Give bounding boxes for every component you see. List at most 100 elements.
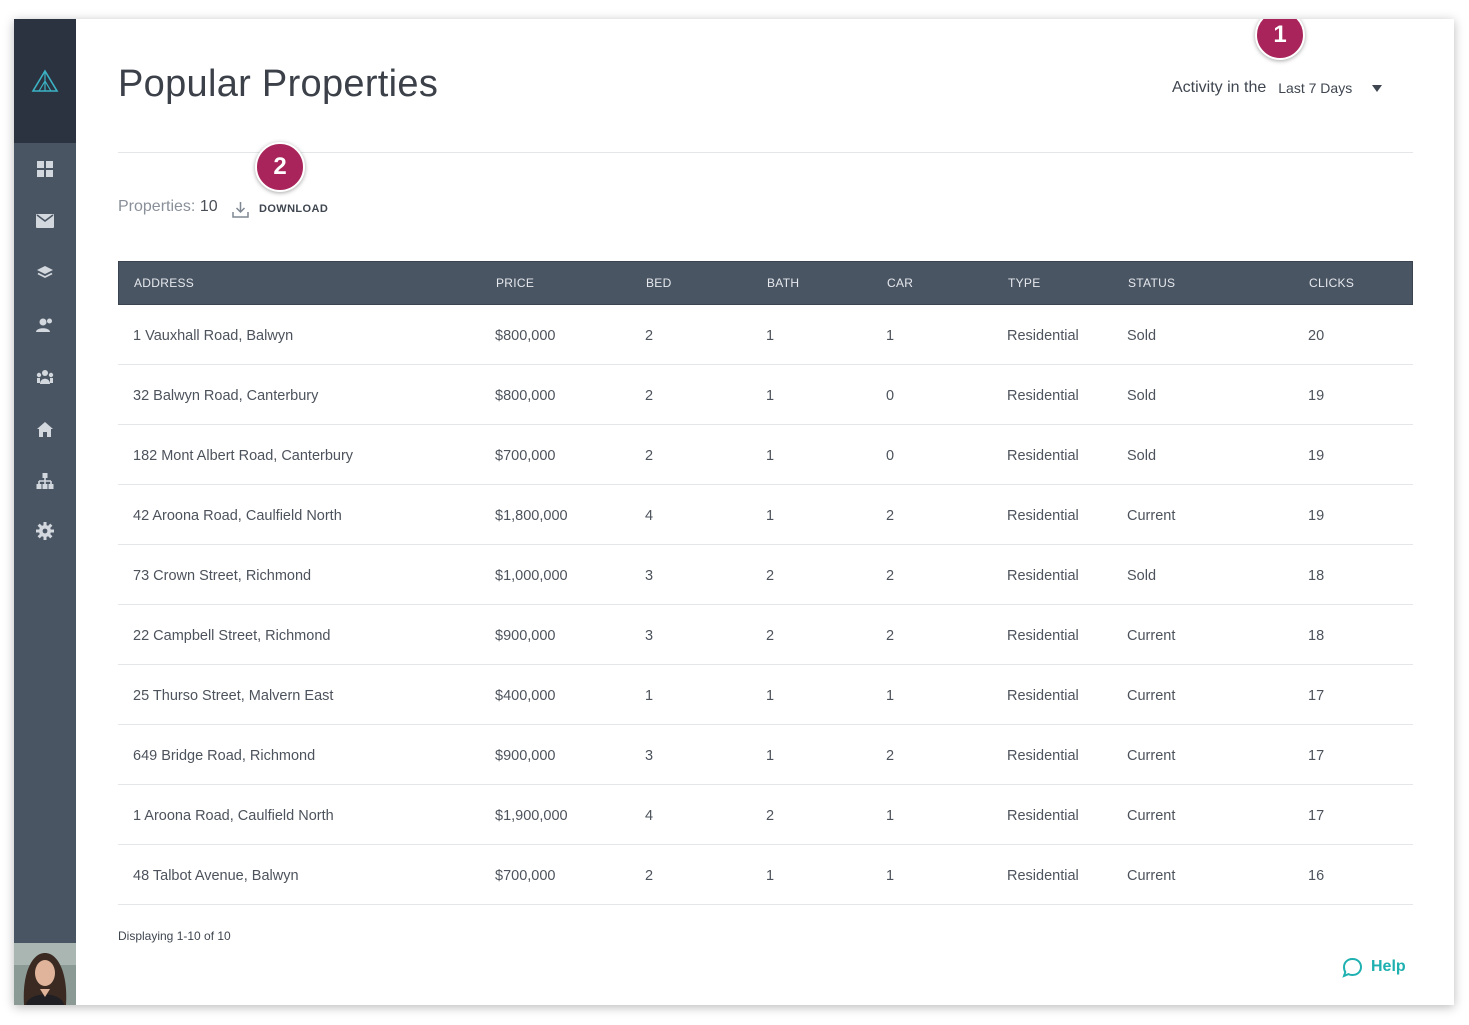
column-header-bath[interactable]: BATH	[767, 262, 799, 304]
download-icon	[232, 201, 249, 218]
column-header-clicks[interactable]: CLICKS	[1309, 262, 1354, 304]
cell-type: Residential	[1007, 328, 1079, 344]
cell-type: Residential	[1007, 448, 1079, 464]
layers-icon	[37, 266, 53, 279]
nav-layers[interactable]	[14, 253, 76, 293]
hierarchy-icon	[36, 472, 54, 489]
table-row[interactable]: 48 Talbot Avenue, Balwyn $700,000 2 1 1 Resid…	[118, 845, 1413, 905]
cell-price: $900,000	[495, 748, 556, 764]
cell-bath: 2	[766, 628, 775, 644]
avatar-image	[14, 943, 76, 1005]
nav-mail[interactable]	[14, 201, 76, 241]
table-row[interactable]: 32 Balwyn Road, Canterbury $800,000 2 1 0 Res…	[118, 365, 1413, 425]
table-header: ADDRESS PRICE BED BATH CAR TYPE STATUS C…	[118, 261, 1413, 305]
cell-status: Sold	[1127, 568, 1157, 584]
cell-type: Residential	[1007, 808, 1079, 824]
cell-type: Residential	[1007, 388, 1079, 404]
table-row[interactable]: 25 Thurso Street, Malvern East $400,000 1 1…	[118, 665, 1413, 725]
cell-bed: 3	[645, 628, 654, 644]
nav-home[interactable]	[14, 409, 76, 449]
cell-bed: 2	[645, 868, 654, 884]
column-header-car[interactable]: CAR	[887, 262, 913, 304]
download-button[interactable]: DOWNLOAD	[232, 199, 328, 219]
cell-car: 2	[886, 628, 895, 644]
logo-icon	[31, 69, 59, 92]
nav-hierarchy[interactable]	[14, 461, 76, 501]
cell-clicks: 20	[1308, 328, 1325, 344]
column-header-address[interactable]: ADDRESS	[134, 262, 194, 304]
cell-bed: 4	[645, 508, 654, 524]
mail-icon	[36, 214, 54, 228]
cell-bed: 2	[645, 388, 654, 404]
cell-bath: 1	[766, 688, 775, 704]
properties-table: ADDRESS PRICE BED BATH CAR TYPE STATUS C…	[118, 261, 1413, 905]
chevron-down-icon	[1372, 84, 1383, 92]
callout-badge-2: 2	[255, 142, 305, 192]
table-row[interactable]: 182 Mont Albert Road, Canterbury $700,000…	[118, 425, 1413, 485]
contacts-icon	[36, 318, 52, 332]
help-label: Help	[1371, 958, 1406, 975]
cell-price: $700,000	[495, 868, 556, 884]
dashboard-icon	[37, 161, 53, 177]
cell-bed: 3	[645, 748, 654, 764]
column-header-price[interactable]: PRICE	[496, 262, 534, 304]
cell-address: 1 Aroona Road, Caulfield North	[133, 808, 334, 824]
pagination-info: Displaying 1-10 of 10	[118, 929, 231, 943]
nav-dashboard[interactable]	[14, 149, 76, 189]
user-avatar[interactable]	[14, 943, 76, 1005]
cell-clicks: 17	[1308, 688, 1325, 704]
nav-contacts[interactable]	[14, 305, 76, 345]
cell-price: $1,800,000	[495, 508, 568, 524]
cell-bed: 1	[645, 688, 654, 704]
cell-price: $800,000	[495, 388, 556, 404]
period-dropdown[interactable]: Last 7 Days	[1278, 80, 1383, 96]
cell-clicks: 17	[1308, 748, 1325, 764]
cell-car: 1	[886, 868, 895, 884]
nav-team[interactable]	[14, 357, 76, 397]
activity-label: Activity in the	[1172, 79, 1267, 96]
cell-address: 182 Mont Albert Road, Canterbury	[133, 448, 354, 464]
cell-clicks: 16	[1308, 868, 1325, 884]
cell-car: 2	[886, 508, 895, 524]
cell-bath: 2	[766, 808, 775, 824]
cell-clicks: 18	[1308, 568, 1325, 584]
main-content: Popular Properties Activity in the Last …	[76, 19, 1454, 1005]
table-row[interactable]: 1 Vauxhall Road, Balwyn $800,000 2 1 1 Reside…	[118, 305, 1413, 365]
cell-clicks: 19	[1308, 448, 1325, 464]
cell-status: Current	[1127, 808, 1176, 824]
cell-type: Residential	[1007, 628, 1079, 644]
cell-price: $1,900,000	[495, 808, 568, 824]
cell-status: Current	[1127, 868, 1176, 884]
cell-bed: 2	[645, 448, 654, 464]
cell-bath: 1	[766, 388, 775, 404]
column-header-type[interactable]: TYPE	[1008, 262, 1041, 304]
activity-filter: Activity in the Last 7 Days	[1172, 76, 1383, 100]
cell-clicks: 19	[1308, 388, 1325, 404]
table-row[interactable]: 42 Aroona Road, Caulfield North $1,800,00…	[118, 485, 1413, 545]
column-header-bed[interactable]: BED	[646, 262, 672, 304]
cell-address: 73 Crown Street, Richmond	[133, 568, 312, 584]
sidebar	[14, 19, 76, 1005]
logo[interactable]	[14, 19, 76, 143]
team-icon	[36, 370, 54, 384]
table-row[interactable]: 73 Crown Street, Richmond $1,000,000 3 2 2 Re…	[118, 545, 1413, 605]
nav-settings[interactable]	[14, 511, 76, 551]
cell-status: Current	[1127, 628, 1176, 644]
column-header-status[interactable]: STATUS	[1128, 262, 1175, 304]
cell-bath: 2	[766, 568, 775, 584]
cell-type: Residential	[1007, 748, 1079, 764]
cell-clicks: 19	[1308, 508, 1325, 524]
header-divider	[118, 152, 1413, 153]
cell-price: $900,000	[495, 628, 556, 644]
count-label: Properties:	[118, 198, 196, 215]
cell-bed: 4	[645, 808, 654, 824]
cell-address: 42 Aroona Road, Caulfield North	[133, 508, 342, 524]
period-value: Last 7 Days	[1278, 80, 1353, 96]
table-row[interactable]: 22 Campbell Street, Richmond $900,000 3 2 2 R…	[118, 605, 1413, 665]
cell-car: 2	[886, 748, 895, 764]
table-row[interactable]: 1 Aroona Road, Caulfield North $1,900,000…	[118, 785, 1413, 845]
help-button[interactable]: Help	[1342, 955, 1406, 979]
cell-address: 1 Vauxhall Road, Balwyn	[133, 328, 294, 344]
table-row[interactable]: 649 Bridge Road, Richmond $900,000 3 1 2 Resi…	[118, 725, 1413, 785]
cell-address: 32 Balwyn Road, Canterbury	[133, 388, 319, 404]
